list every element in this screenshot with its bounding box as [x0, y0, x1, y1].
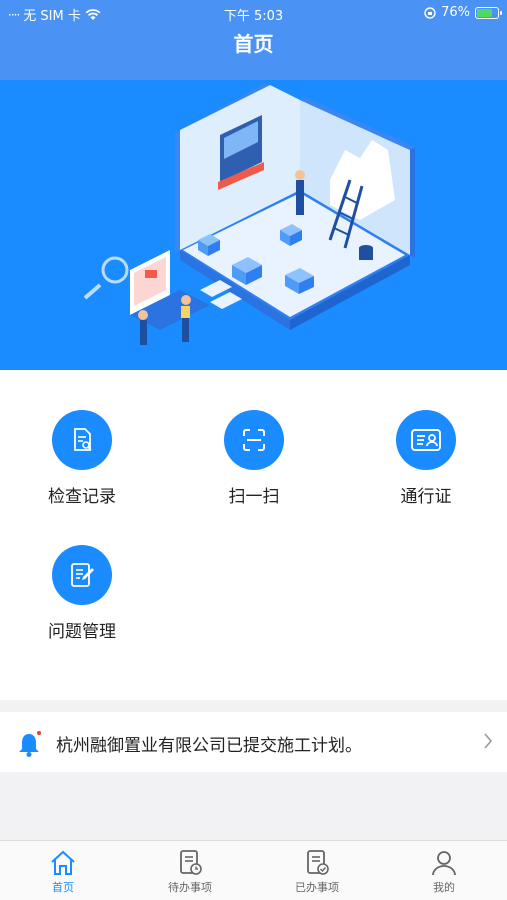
- function-grid: 检查记录 扫一扫 通行证 问题管理: [0, 370, 507, 700]
- top-bar: ···· 无 SIM 卡 下午 5:03 76% 首页: [0, 0, 507, 80]
- grid-item-inspection-records[interactable]: 检查记录: [12, 410, 152, 507]
- grid-item-issue-management[interactable]: 问题管理: [12, 545, 152, 642]
- tab-label: 首页: [52, 881, 74, 894]
- orientation-lock-icon: [424, 6, 436, 19]
- done-doc-icon: [254, 847, 380, 879]
- bell-icon: [19, 731, 41, 757]
- banner-illustration: [0, 80, 507, 370]
- tab-label: 我的: [433, 881, 455, 894]
- grid-item-label: 通行证: [400, 487, 452, 507]
- home-icon: [0, 847, 126, 879]
- grid-item-pass[interactable]: 通行证: [356, 410, 496, 507]
- tab-label: 已办事项: [295, 881, 339, 894]
- document-search-icon: [52, 410, 112, 470]
- grid-item-scan[interactable]: 扫一扫: [184, 410, 324, 507]
- notice-bar[interactable]: 杭州融御置业有限公司已提交施工计划。: [0, 712, 507, 772]
- tab-home[interactable]: 首页: [0, 847, 126, 895]
- grid-item-label: 检查记录: [48, 487, 116, 507]
- tab-mine[interactable]: 我的: [381, 847, 507, 895]
- tab-label: 待办事项: [168, 881, 212, 894]
- page-title: 首页: [233, 32, 274, 56]
- pending-doc-icon: [127, 847, 253, 879]
- scan-icon: [224, 410, 284, 470]
- battery-icon: [475, 6, 502, 19]
- grid-item-label: 问题管理: [48, 622, 116, 642]
- notice-text: 杭州融御置业有限公司已提交施工计划。: [56, 736, 362, 756]
- tab-done[interactable]: 已办事项: [254, 847, 380, 895]
- edit-document-icon: [52, 545, 112, 605]
- id-card-icon: [396, 410, 456, 470]
- battery-percent: 76%: [441, 5, 470, 20]
- chevron-right-icon: [484, 733, 493, 749]
- tab-bar: 首页 待办事项 已办事项 我的: [0, 840, 507, 900]
- grid-item-label: 扫一扫: [228, 487, 280, 507]
- status-bar: ···· 无 SIM 卡 下午 5:03 76%: [0, 0, 507, 26]
- user-icon: [381, 847, 507, 879]
- tab-pending[interactable]: 待办事项: [127, 847, 253, 895]
